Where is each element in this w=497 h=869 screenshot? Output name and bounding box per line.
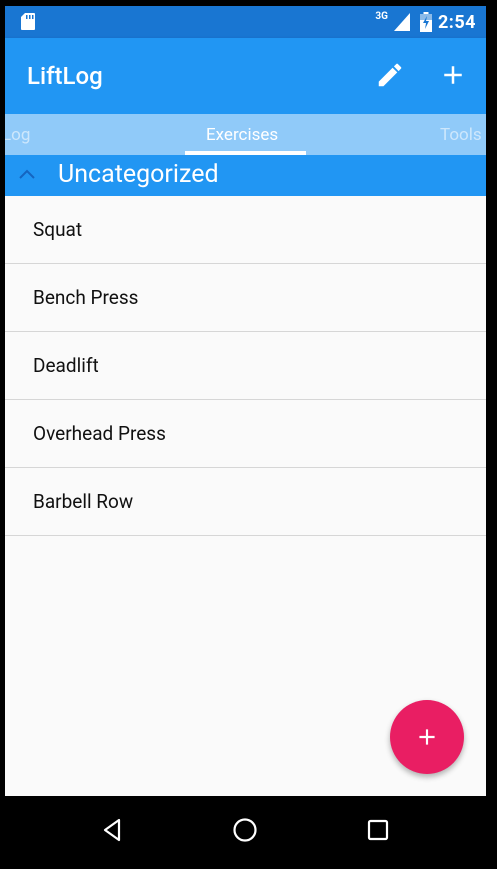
status-bar: 3G 2:54 — [5, 6, 486, 38]
tab-log[interactable]: Log — [5, 125, 30, 145]
app-title: LiftLog — [27, 62, 103, 90]
list-item[interactable]: Bench Press — [5, 264, 486, 332]
app-bar: LiftLog — [5, 38, 486, 114]
tab-exercises[interactable]: Exercises — [206, 125, 278, 145]
tab-tools[interactable]: Tools — [440, 125, 482, 145]
network-type: 3G — [375, 11, 388, 22]
add-exercise-fab[interactable] — [390, 700, 464, 774]
add-icon[interactable] — [438, 60, 468, 90]
exercise-list: Squat Bench Press Deadlift Overhead Pres… — [5, 196, 486, 536]
home-icon[interactable] — [229, 814, 261, 846]
clock: 2:54 — [437, 11, 476, 33]
status-indicators: 3G 2:54 — [375, 10, 476, 34]
battery-icon — [419, 12, 432, 32]
chevron-up-icon[interactable] — [17, 167, 37, 181]
exercise-label: Overhead Press — [33, 422, 166, 445]
edit-icon[interactable] — [375, 60, 405, 90]
exercise-label: Bench Press — [33, 286, 139, 309]
category-title: Uncategorized — [58, 160, 219, 189]
exercise-label: Deadlift — [33, 354, 99, 377]
recents-icon[interactable] — [362, 814, 394, 846]
back-icon[interactable] — [96, 814, 128, 846]
app-screen: 3G 2:54 LiftLog Log Exercises Tools Unca… — [5, 6, 486, 796]
list-item[interactable]: Deadlift — [5, 332, 486, 400]
category-header[interactable]: Uncategorized — [5, 155, 486, 196]
add-icon — [419, 729, 435, 745]
list-item[interactable]: Squat — [5, 196, 486, 264]
signal-icon — [393, 13, 410, 31]
exercise-label: Squat — [33, 218, 83, 241]
list-item[interactable]: Barbell Row — [5, 468, 486, 536]
sd-card-icon — [21, 13, 35, 30]
tab-bar: Log Exercises Tools — [5, 114, 486, 155]
exercise-label: Barbell Row — [33, 490, 134, 513]
list-item[interactable]: Overhead Press — [5, 400, 486, 468]
system-nav-bar — [0, 796, 497, 869]
